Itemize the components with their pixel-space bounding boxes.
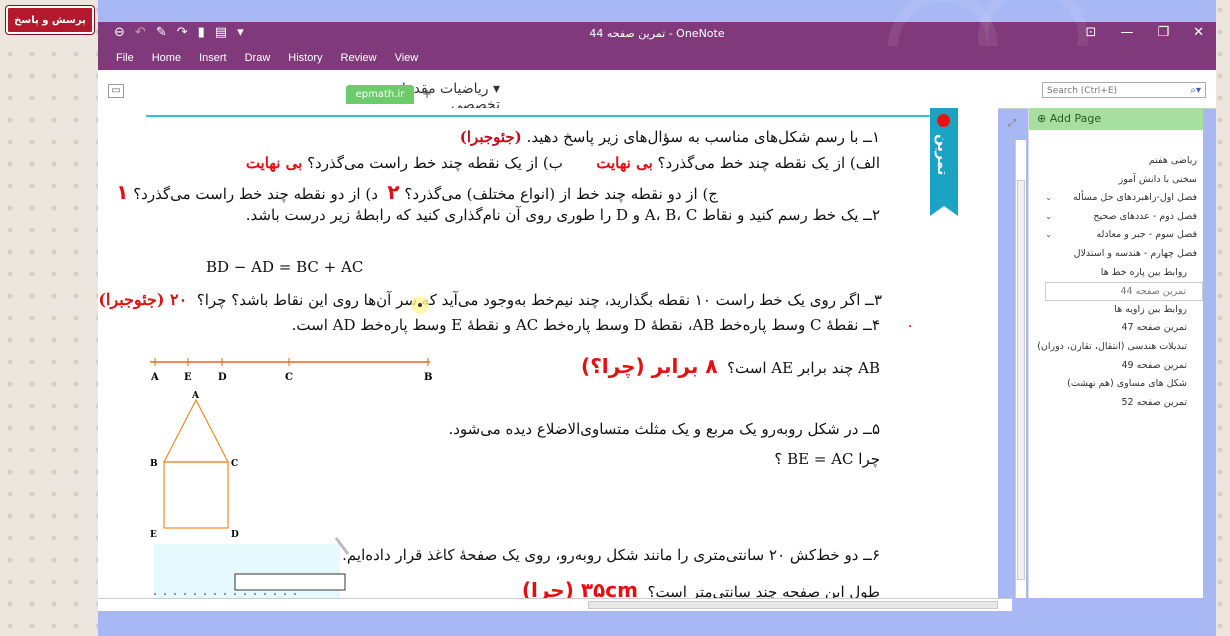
add-page-label: Add Page [1049,112,1102,125]
title-bar: ⊖ ↶ ✎ ↷ ▮ ▤ ▾ تمرین صفحه 44 - OneNote ⊡ … [98,0,1216,102]
plus-circle-icon: ⊕ [1037,112,1050,125]
cursor-dot [418,303,422,307]
house-label-a: A [191,391,200,401]
menu-view[interactable]: View [395,52,419,64]
vertical-scrollbar[interactable] [1015,140,1026,598]
triangle [163,398,229,463]
window-title: تمرین صفحه 44 - OneNote [589,27,725,40]
section-tab[interactable]: epmath.ir [346,85,414,104]
menu-review[interactable]: Review [341,52,377,64]
search-icon[interactable]: ⌕▾ [1190,83,1201,99]
label-a: A [150,372,159,383]
subpage-item-selected[interactable]: تمرین صفحه 44 [1045,282,1203,301]
add-page-button[interactable]: ⊕ Add Page [1029,108,1203,130]
figures: A E D C B A B C E D [150,296,911,598]
page-item[interactable]: ریاضی هفتم [1037,152,1197,171]
subpage-item[interactable]: تمرین صفحه 49 [1037,357,1197,376]
square [163,461,229,529]
rulers-figure [154,537,350,598]
page-canvas[interactable]: تمرین ۱ــ با رسم شکل‌های مناسب به سؤال‌ه… [98,108,998,598]
chevron-down-icon[interactable]: ⌄ [1045,226,1052,245]
minimize-icon[interactable]: — [1120,25,1133,40]
search-input[interactable]: Search (Ctrl+E) ⌕▾ [1042,82,1206,98]
page-item[interactable]: فصل چهارم - هندسه و استدلال [1037,245,1197,264]
notebook-dropdown-icon[interactable]: ▾ [489,81,500,97]
menu-bar: File Home Insert Draw History Review Vie… [98,46,1216,70]
subpage-item[interactable]: تبدیلات هندسی (انتقال، تقارن، دوران) [1037,338,1197,357]
ribbon-display-icon[interactable]: ⊡ [1086,25,1097,40]
expand-icon[interactable]: ⤢ [1008,118,1016,129]
page-list: ریاضی هفتم سخنی با دانش آموز ⌄ فصل اول-را… [1037,152,1203,413]
page-group-item[interactable]: ⌄ فصل اول-راهبردهای حل مسأله [1037,189,1197,208]
close-icon[interactable]: ✕ [1193,25,1204,40]
add-section-button[interactable]: + [416,85,438,104]
menu-home[interactable]: Home [152,52,181,64]
horizontal-scroll-thumb[interactable] [588,601,998,609]
subpage-item[interactable]: تمرین صفحه 47 [1037,319,1197,338]
page-list-panel: ⊕ Add Page ریاضی هفتم سخنی با دانش آموز … [1028,108,1203,598]
menu-history[interactable]: History [288,52,322,64]
ruler [234,573,346,591]
house-label-d: D [231,530,239,540]
page-group-label: فصل اول-راهبردهای حل مسأله [1072,192,1197,204]
subpage-item[interactable]: تمرین صفحه 52 [1037,394,1197,413]
label-c: C [285,372,293,383]
vertical-scroll-thumb[interactable] [1017,180,1025,580]
notebook-icon[interactable]: ▭ [108,84,124,98]
segment-figure: A E D C B [150,358,432,383]
page-group-label: فصل دوم - عددهای صحیح [1093,210,1197,222]
stray-mark [909,325,911,327]
subpage-item[interactable]: شکل های مساوی (هم نهشت) [1037,375,1197,394]
notebook-bar: ▭ ▾ ریاضیات مقدماتی و تخصصی epmath.ir + … [98,70,1216,113]
page-item[interactable]: سخنی با دانش آموز [1037,171,1197,190]
page-group-item[interactable]: ⌄ فصل سوم - جبر و معادله [1037,226,1197,245]
menu-file[interactable]: File [116,52,134,64]
search-placeholder: Search (Ctrl+E) [1047,86,1118,96]
menu-insert[interactable]: Insert [199,52,227,64]
label-e: E [184,372,192,383]
menu-draw[interactable]: Draw [245,52,271,64]
restore-icon[interactable]: ❐ [1157,25,1169,40]
subpage-item[interactable]: روابط بین پاره خط ها [1037,264,1197,283]
horizontal-scrollbar[interactable] [98,598,1012,611]
chevron-down-icon[interactable]: ⌄ [1045,208,1052,227]
label-b: B [424,372,432,383]
label-d: D [218,372,227,383]
page-group-item[interactable]: ⌄ فصل دوم - عددهای صحیح [1037,208,1197,227]
qa-button[interactable]: پرسش و پاسخ [6,6,94,34]
house-label-c: C [231,459,238,469]
subpage-item[interactable]: روابط بین زاویه ها [1037,301,1197,320]
house-figure: A B C E D [150,391,239,540]
page-group-label: فصل سوم - جبر و معادله [1096,229,1197,241]
chevron-down-icon[interactable]: ⌄ [1045,189,1052,208]
house-label-e: E [150,530,157,540]
house-label-b: B [150,459,158,469]
